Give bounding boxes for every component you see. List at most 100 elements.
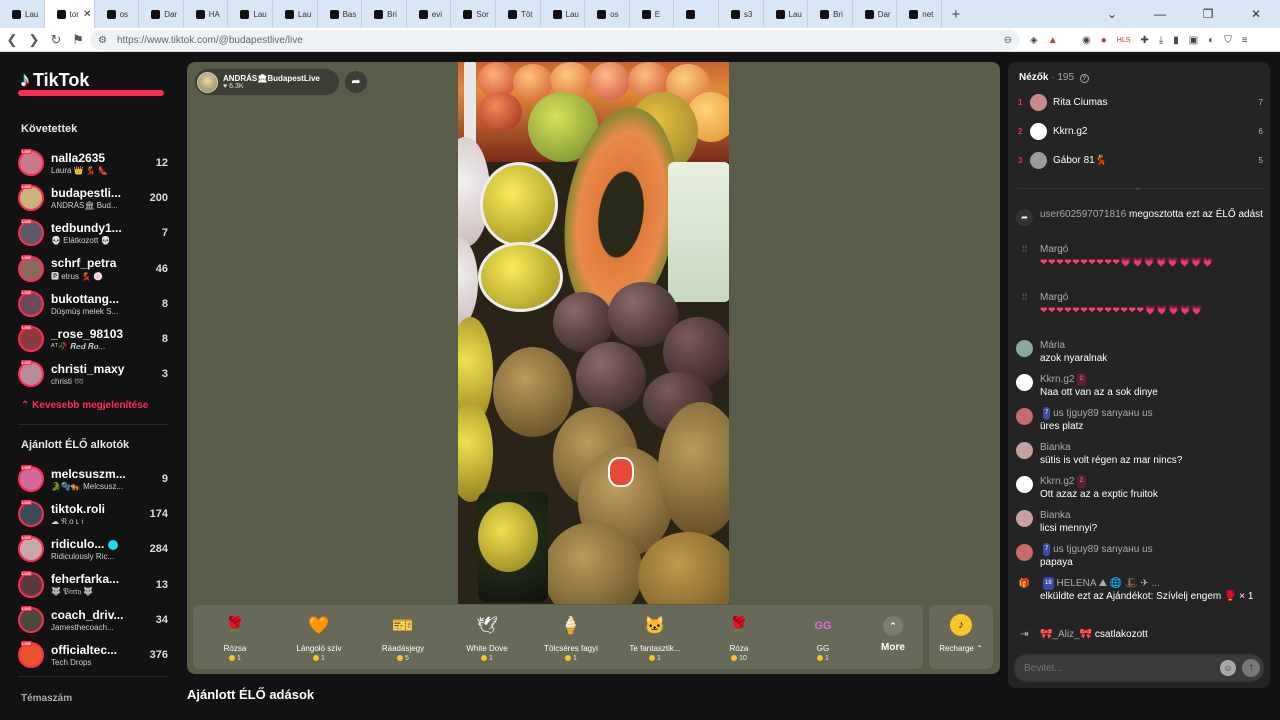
gift-item[interactable]: 🕊 White Dove 1 bbox=[445, 609, 529, 665]
avatar[interactable] bbox=[1016, 510, 1033, 527]
sidebar-account[interactable]: LIVE melcsuszm... 🐊🫧🐅 Melcsusz... 9 bbox=[18, 464, 168, 494]
message-user[interactable]: Kkrn.g2 2. bbox=[1040, 373, 1087, 386]
top-viewer-row[interactable]: 1 Rita Ciumas 7 bbox=[1018, 92, 1263, 112]
sidebar-account[interactable]: LIVE nalla2635 Laura 👑 💃 👠 12 bbox=[18, 148, 168, 178]
avatar[interactable]: LIVE bbox=[18, 360, 44, 388]
reload-icon[interactable]: ↻ bbox=[46, 32, 66, 48]
message-user[interactable]: 7 us tjguy89 sanyaнu us bbox=[1040, 407, 1153, 420]
message-user[interactable]: Margó bbox=[1040, 244, 1068, 255]
message-user[interactable]: 7 us tjguy89 sanyaнu us bbox=[1040, 543, 1153, 556]
avatar[interactable] bbox=[1016, 340, 1033, 357]
avatar[interactable]: LIVE bbox=[18, 149, 44, 176]
avatar[interactable] bbox=[1016, 408, 1033, 425]
top-viewer-row[interactable]: 2 Kkrn.g2 6 bbox=[1018, 121, 1263, 141]
avatar[interactable]: LIVE bbox=[18, 535, 44, 563]
avatar[interactable]: LIVE bbox=[18, 605, 44, 633]
puzzle-icon[interactable]: ✚ bbox=[1140, 35, 1148, 46]
browser-tab[interactable]: Lau bbox=[273, 0, 318, 28]
avatar[interactable]: LIVE bbox=[18, 641, 44, 668]
share-icon[interactable]: ➦ bbox=[345, 71, 367, 93]
browser-tab[interactable]: Töt bbox=[496, 0, 541, 28]
avatar[interactable]: LIVE bbox=[18, 219, 44, 247]
wallet-icon[interactable]: ▣ bbox=[1189, 35, 1198, 46]
menu-icon[interactable]: ≡ bbox=[1242, 35, 1248, 46]
avatar[interactable]: LIVE bbox=[18, 500, 44, 528]
browser-tab[interactable]: net bbox=[897, 0, 942, 28]
browser-tab[interactable]: Lau bbox=[228, 0, 273, 28]
avatar[interactable] bbox=[1016, 476, 1033, 493]
browser-tab[interactable] bbox=[674, 0, 719, 28]
gift-item[interactable]: 🐱 Te fantasztik... 1 bbox=[613, 609, 697, 665]
close-tab-icon[interactable]: ✕ bbox=[83, 9, 91, 20]
expand-chevron-icon[interactable]: ⌄ bbox=[1134, 182, 1142, 193]
rewards-icon[interactable]: ▲ bbox=[1048, 35, 1058, 46]
browser-tab[interactable]: Sor bbox=[451, 0, 496, 28]
gift-item[interactable]: 🎫 Ráadásjegy 5 bbox=[361, 609, 445, 665]
close-window-button[interactable]: ✕ bbox=[1232, 7, 1280, 21]
sidebar-account[interactable]: LIVE coach_driv... Jamesthecoach... 34 bbox=[18, 605, 168, 635]
recharge-button[interactable]: ♪ Recharge ⌃ bbox=[929, 605, 993, 669]
sidebar-account[interactable]: LIVE _rose_98103 ᴬᵀ🥀 𝑹𝒆𝒅 𝑹𝒐... 8 bbox=[18, 324, 168, 354]
avatar[interactable]: LIVE bbox=[18, 254, 44, 282]
shield-icon[interactable]: ◈ bbox=[1030, 35, 1038, 46]
sidebar-account[interactable]: LIVE tiktok.roli ☁ 𝔑 o ʟ 𝔦 174 bbox=[18, 499, 168, 529]
emoji-icon[interactable]: ☺ bbox=[1220, 660, 1236, 676]
browser-tab[interactable]: Bas bbox=[318, 0, 363, 28]
gift-item[interactable]: 🧡 Lángoló szív 1 bbox=[277, 609, 361, 665]
browser-tab[interactable]: Lau bbox=[541, 0, 586, 28]
sidebar-account[interactable]: LIVE bukottang... Düşmüş melek S... 8 bbox=[18, 289, 168, 319]
tiktok-logo[interactable]: ♪ TikTok bbox=[20, 69, 89, 92]
avatar[interactable]: ⁞⁞ bbox=[1016, 244, 1033, 261]
site-info-icon[interactable]: ⚙ bbox=[98, 35, 107, 46]
viewers-header[interactable]: Nézők · 195 ? bbox=[1019, 72, 1089, 83]
browser-tab[interactable]: tor ✕ bbox=[44, 0, 95, 28]
avatar[interactable] bbox=[1030, 122, 1047, 140]
sidebar-account[interactable]: LIVE officialtec... Tech Drops 376 bbox=[18, 640, 168, 670]
sidebar-account[interactable]: LIVE feherfarka... 🐺 𝔓𝔦𝔫𝔱𝔶 🐺 13 bbox=[18, 570, 168, 600]
browser-tab[interactable]: Dar bbox=[853, 0, 898, 28]
vpn-icon[interactable]: ◐ bbox=[1208, 35, 1214, 46]
browser-tab[interactable]: evi bbox=[407, 0, 452, 28]
message-user[interactable]: Margó bbox=[1040, 292, 1068, 303]
gift-item[interactable]: 🌹 Róza 10 bbox=[697, 609, 781, 665]
bookmark-icon[interactable]: ⚑ bbox=[68, 32, 88, 48]
avatar[interactable]: LIVE bbox=[18, 184, 44, 212]
message-user[interactable]: user602597071816 bbox=[1040, 209, 1126, 220]
download-icon[interactable]: ⤓ bbox=[1159, 35, 1163, 46]
avatar[interactable] bbox=[1016, 544, 1033, 561]
avatar[interactable]: LIVE bbox=[18, 465, 44, 492]
browser-tab[interactable]: Lau bbox=[764, 0, 809, 28]
tab-search-icon[interactable]: ⌄ bbox=[1088, 7, 1136, 21]
message-user[interactable]: Mária bbox=[1040, 340, 1065, 351]
sidebar-account[interactable]: LIVE ridiculo... Ridiculously Ric... 284 bbox=[18, 534, 168, 564]
browser-tab[interactable]: E bbox=[630, 0, 675, 28]
sidebar-account[interactable]: LIVE tedbundy1... 💀 Elátkozott 💀 7 bbox=[18, 218, 168, 248]
browser-tab[interactable]: Bri bbox=[808, 0, 853, 28]
extension-icon[interactable]: ● bbox=[1101, 35, 1107, 46]
back-icon[interactable]: ❮ bbox=[2, 32, 22, 48]
browser-tab[interactable]: os bbox=[95, 0, 140, 28]
avatar[interactable]: LIVE bbox=[18, 289, 44, 317]
chat-input[interactable] bbox=[1024, 662, 1220, 674]
message-user[interactable]: 🎀_Aliz_🎀 bbox=[1040, 629, 1092, 640]
gift-item[interactable]: 🌹 Rózsa 1 bbox=[193, 609, 277, 665]
avatar[interactable]: ⁞⁞ bbox=[1016, 292, 1033, 309]
browser-tab[interactable]: Dar bbox=[139, 0, 184, 28]
gift-item[interactable]: GG GG 1 bbox=[781, 609, 865, 665]
url-field[interactable]: ⚙ https://www.tiktok.com/@budapestlive/l… bbox=[90, 30, 1020, 50]
show-less-link[interactable]: ⌃ Kevesebb megjelenítése bbox=[21, 400, 148, 411]
restore-button[interactable]: ❐ bbox=[1184, 7, 1232, 21]
help-icon[interactable]: ? bbox=[1079, 74, 1089, 83]
sidebar-account[interactable]: LIVE christi_maxy christi ➿ 3 bbox=[18, 359, 168, 389]
message-user[interactable]: Kkrn.g2 2. bbox=[1040, 475, 1087, 488]
shield-check-icon[interactable]: ⛉ bbox=[1224, 35, 1232, 46]
send-icon[interactable]: ↑ bbox=[1242, 659, 1260, 677]
avatar[interactable]: LIVE bbox=[18, 325, 44, 352]
live-video[interactable] bbox=[458, 62, 729, 604]
sidebar-account[interactable]: LIVE budapestli... ANDRÁS🏛 Bud... 200 bbox=[18, 183, 168, 213]
browser-tab[interactable]: Lau bbox=[0, 0, 45, 28]
message-user[interactable]: Bianka bbox=[1040, 510, 1071, 521]
browser-tab[interactable]: Bri bbox=[362, 0, 407, 28]
browser-tab[interactable]: s3 bbox=[719, 0, 764, 28]
zoom-icon[interactable]: ⊖ bbox=[1004, 35, 1012, 46]
